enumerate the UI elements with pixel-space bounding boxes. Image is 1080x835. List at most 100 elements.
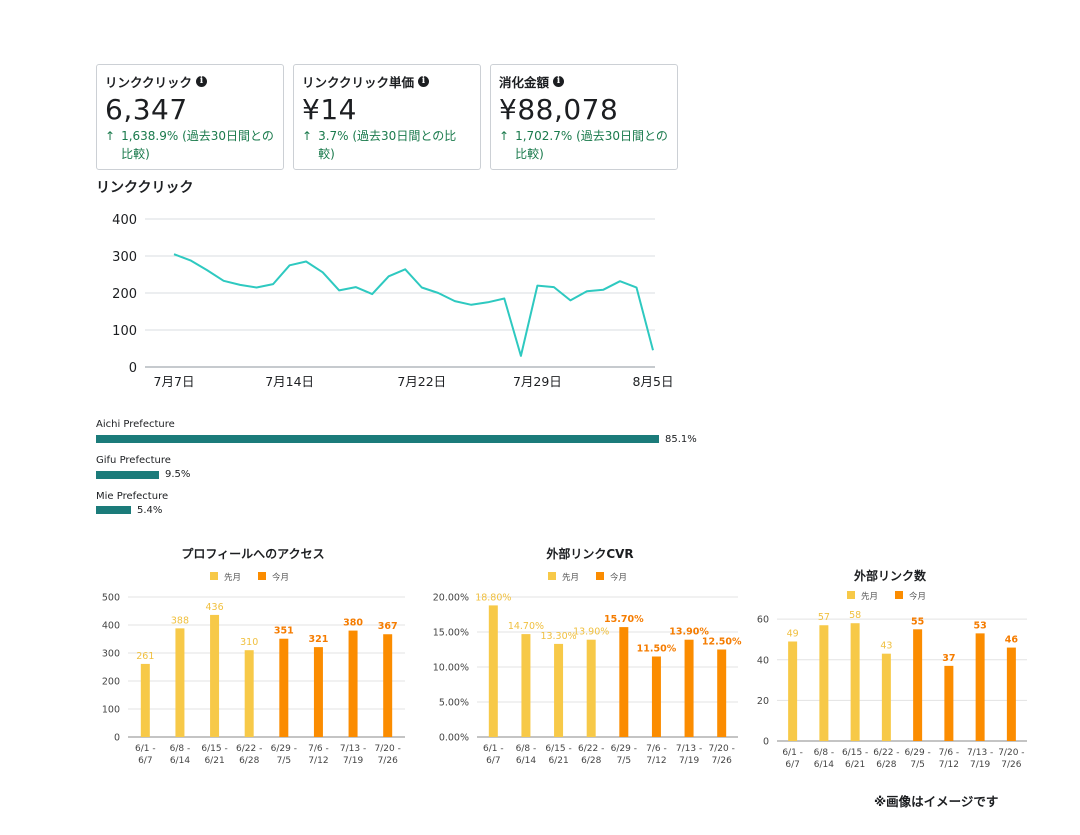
kpi-card-amount-spent: 消化金額 i ¥88,078 ↑ 1,702.7% (過去30日間との比較) <box>490 64 678 170</box>
x-tick-label: 7/6 - <box>646 744 667 754</box>
bar <box>244 650 254 737</box>
bar <box>521 634 531 737</box>
x-tick-label: 7/6 - <box>308 744 329 754</box>
data-label: 15.70% <box>604 614 644 625</box>
data-label: 321 <box>309 634 329 645</box>
data-label: 14.70% <box>508 621 544 632</box>
x-tick-label: 6/15 - <box>201 744 227 754</box>
bar <box>944 665 954 741</box>
y-tick-label: 40 <box>757 655 769 666</box>
legend-swatch-prev <box>210 572 218 580</box>
x-tick-label: 6/8 - <box>516 744 537 754</box>
kpi-card-cost-per-click: リンククリック単価 i ¥14 ↑ 3.7% (過去30日間との比較) <box>293 64 481 170</box>
x-tick-label: 7/13 - <box>967 748 993 758</box>
region-pct: 9.5% <box>165 469 191 480</box>
bar <box>175 628 185 737</box>
legend-swatch-prev <box>847 591 855 599</box>
bar <box>313 647 323 737</box>
chart-title: 外部リンク数 <box>854 568 927 583</box>
y-tick-label: 0 <box>129 361 137 376</box>
info-icon[interactable]: i <box>196 76 208 87</box>
legend-label-prev: 先月 <box>224 572 241 583</box>
region-pct: 85.1% <box>665 434 697 445</box>
external-link-count-bar-chart: 外部リンク数先月 今月 0 20 40 60 49 6/1 - 6/7 57 6/8 - 6/14 58… <box>757 568 1027 770</box>
data-label: 436 <box>205 602 223 613</box>
x-tick-label: 7/6 - <box>939 748 960 758</box>
arrow-up-icon: ↑ <box>105 129 116 143</box>
info-icon[interactable]: i <box>418 76 430 87</box>
x-tick-label: 7月7日 <box>154 374 195 389</box>
x-tick-label: 6/28 <box>581 756 601 766</box>
data-label: 53 <box>974 620 987 631</box>
y-tick-label: 400 <box>102 621 120 632</box>
external-link-cvr-bar-chart: 外部リンクCVR 先月 今月 0.00% 5.00% 10.00% 15.00% 20.00%… <box>433 546 742 766</box>
bar <box>651 656 661 737</box>
x-tick-label: 8月5日 <box>633 374 674 389</box>
chart-title: プロフィールへのアクセス <box>181 546 324 561</box>
y-tick-label: 0.00% <box>439 733 469 744</box>
data-label: 13.30% <box>540 631 576 642</box>
data-label: 388 <box>171 615 189 626</box>
bar <box>819 625 829 741</box>
bar <box>210 614 220 737</box>
x-tick-label: 7/12 <box>646 756 666 766</box>
x-tick-label: 7/13 - <box>676 744 702 754</box>
kpi-label: 消化金額 <box>499 75 550 90</box>
x-tick-label: 6/29 - <box>904 748 930 758</box>
legend-label-curr: 今月 <box>610 572 627 583</box>
legend-swatch-prev <box>548 572 556 580</box>
data-label: 43 <box>880 641 892 652</box>
legend-label-prev: 先月 <box>861 591 878 602</box>
x-tick-label: 7/12 <box>308 756 328 766</box>
bar <box>1006 647 1016 741</box>
x-tick-label: 6/22 - <box>236 744 262 754</box>
bar <box>586 639 596 737</box>
y-tick-label: 400 <box>112 213 137 228</box>
chart-title: 外部リンクCVR <box>546 546 633 561</box>
x-tick-label: 6/15 - <box>842 748 868 758</box>
info-icon[interactable]: i <box>553 76 565 87</box>
x-tick-label: 7/12 <box>939 760 959 770</box>
series-line <box>173 253 654 357</box>
data-label: 367 <box>378 621 398 632</box>
y-tick-label: 60 <box>757 615 769 626</box>
kpi-change: 3.7% (過去30日間との比較) <box>318 129 457 161</box>
x-tick-label: 6/21 <box>204 756 224 766</box>
bar <box>881 653 891 741</box>
x-tick-label: 6/22 - <box>873 748 899 758</box>
data-label: 12.50% <box>702 637 742 648</box>
data-label: 49 <box>787 628 799 639</box>
image-note: ※画像はイメージです <box>874 794 999 809</box>
region-label: Aichi Prefecture <box>96 419 175 430</box>
data-label: 18.80% <box>475 592 511 603</box>
x-tick-label: 7/19 <box>343 756 363 766</box>
bar <box>975 633 985 741</box>
y-tick-label: 20.00% <box>433 593 469 604</box>
x-tick-label: 7/19 <box>970 760 990 770</box>
data-label: 13.90% <box>573 627 609 638</box>
bar <box>279 638 289 737</box>
y-tick-label: 300 <box>112 250 137 265</box>
x-tick-label: 6/28 <box>876 760 896 770</box>
x-tick-label: 7/5 <box>910 760 924 770</box>
data-label: 55 <box>911 616 924 627</box>
x-tick-label: 6/8 - <box>814 748 835 758</box>
x-tick-label: 6/14 <box>170 756 190 766</box>
profile-access-bar-chart: プロフィールへのアクセス先月 今月 0 100 200 300 400 500 261 6/1 -… <box>102 546 405 766</box>
legend-label-prev: 先月 <box>562 572 579 583</box>
x-tick-label: 6/8 - <box>170 744 191 754</box>
bar <box>488 605 498 737</box>
x-tick-label: 6/14 <box>814 760 834 770</box>
x-tick-label: 7月14日 <box>265 374 314 389</box>
x-tick-label: 6/15 - <box>545 744 571 754</box>
x-tick-label: 6/29 - <box>611 744 637 754</box>
bar <box>850 623 860 741</box>
bar <box>554 643 564 737</box>
bar <box>383 634 393 737</box>
x-tick-label: 6/1 - <box>782 748 803 758</box>
data-label: 57 <box>818 612 830 623</box>
bar <box>348 630 358 737</box>
y-tick-label: 200 <box>112 287 137 302</box>
y-tick-label: 0 <box>763 737 769 748</box>
x-tick-label: 7/20 - <box>998 748 1024 758</box>
